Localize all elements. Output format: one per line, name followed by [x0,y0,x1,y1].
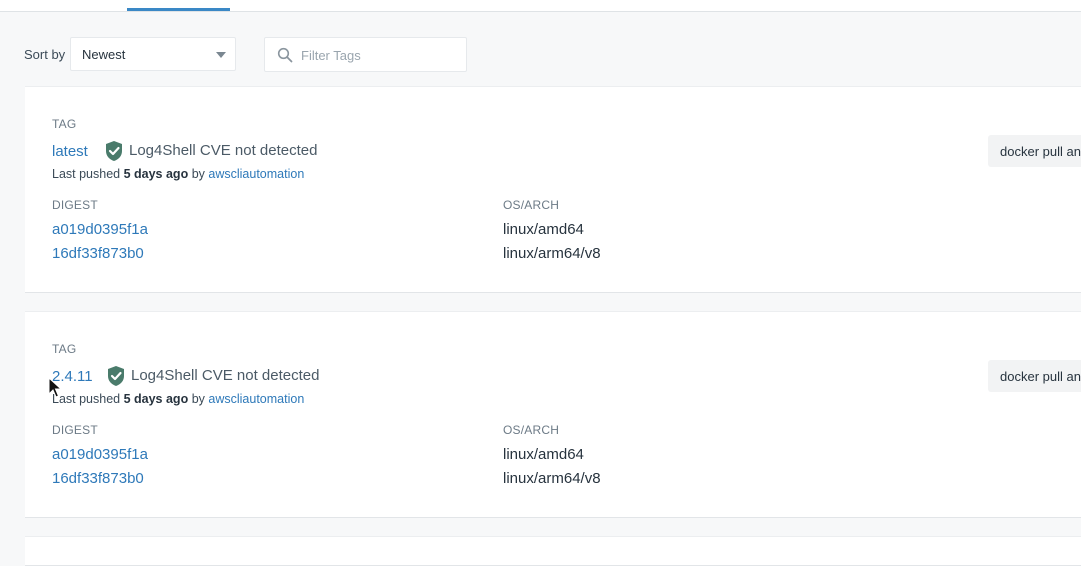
os-arch-value: linux/amd64 [503,221,584,238]
os-arch-value: linux/amd64 [503,446,584,463]
pushed-time: 5 days ago [123,167,189,181]
pushed-time: 5 days ago [123,392,189,406]
sort-value: Newest [82,47,126,62]
pushed-by: by [191,392,205,406]
tag-header: TAG [52,342,77,356]
shield-check-icon [106,141,122,161]
cve-status: Log4Shell CVE not detected [131,367,320,384]
pushed-prefix: Last pushed [52,392,121,406]
top-nav-bar [0,0,1081,12]
digest-link[interactable]: 16df33f873b0 [52,245,144,262]
sort-label: Sort by [24,47,66,62]
pushed-user-link[interactable]: awscliautomation [208,167,304,181]
digest-header: DIGEST [52,198,98,212]
docker-pull-command[interactable]: docker pull an [988,135,1081,167]
os-arch-header: OS/ARCH [503,423,560,437]
filter-tags-field[interactable] [264,37,467,72]
docker-pull-command[interactable]: docker pull an [988,360,1081,392]
active-tab-indicator [127,8,230,11]
filter-tags-input[interactable] [301,45,451,65]
digest-link[interactable]: a019d0395f1a [52,221,148,238]
tag-card: TAG 2.4.11 Log4Shell CVE not detected La… [25,311,1081,518]
search-icon [277,47,293,63]
os-arch-value: linux/arm64/v8 [503,245,601,262]
pushed-prefix: Last pushed [52,167,121,181]
last-pushed-info: Last pushed 5 days ago by awscliautomati… [52,167,304,181]
os-arch-header: OS/ARCH [503,198,560,212]
last-pushed-info: Last pushed 5 days ago by awscliautomati… [52,392,304,406]
cve-status: Log4Shell CVE not detected [129,142,318,159]
tag-header: TAG [52,117,77,131]
pushed-by: by [191,167,205,181]
os-arch-value: linux/arm64/v8 [503,470,601,487]
pushed-user-link[interactable]: awscliautomation [208,392,304,406]
tag-name-link[interactable]: latest [52,143,88,160]
mouse-pointer-icon [48,377,62,398]
digest-link[interactable]: a019d0395f1a [52,446,148,463]
shield-check-icon [108,366,124,386]
tag-card: TAG latest Log4Shell CVE not detected La… [25,86,1081,293]
sort-select[interactable]: Newest [70,37,236,71]
digest-link[interactable]: 16df33f873b0 [52,470,144,487]
chevron-down-icon [216,52,226,58]
digest-header: DIGEST [52,423,98,437]
